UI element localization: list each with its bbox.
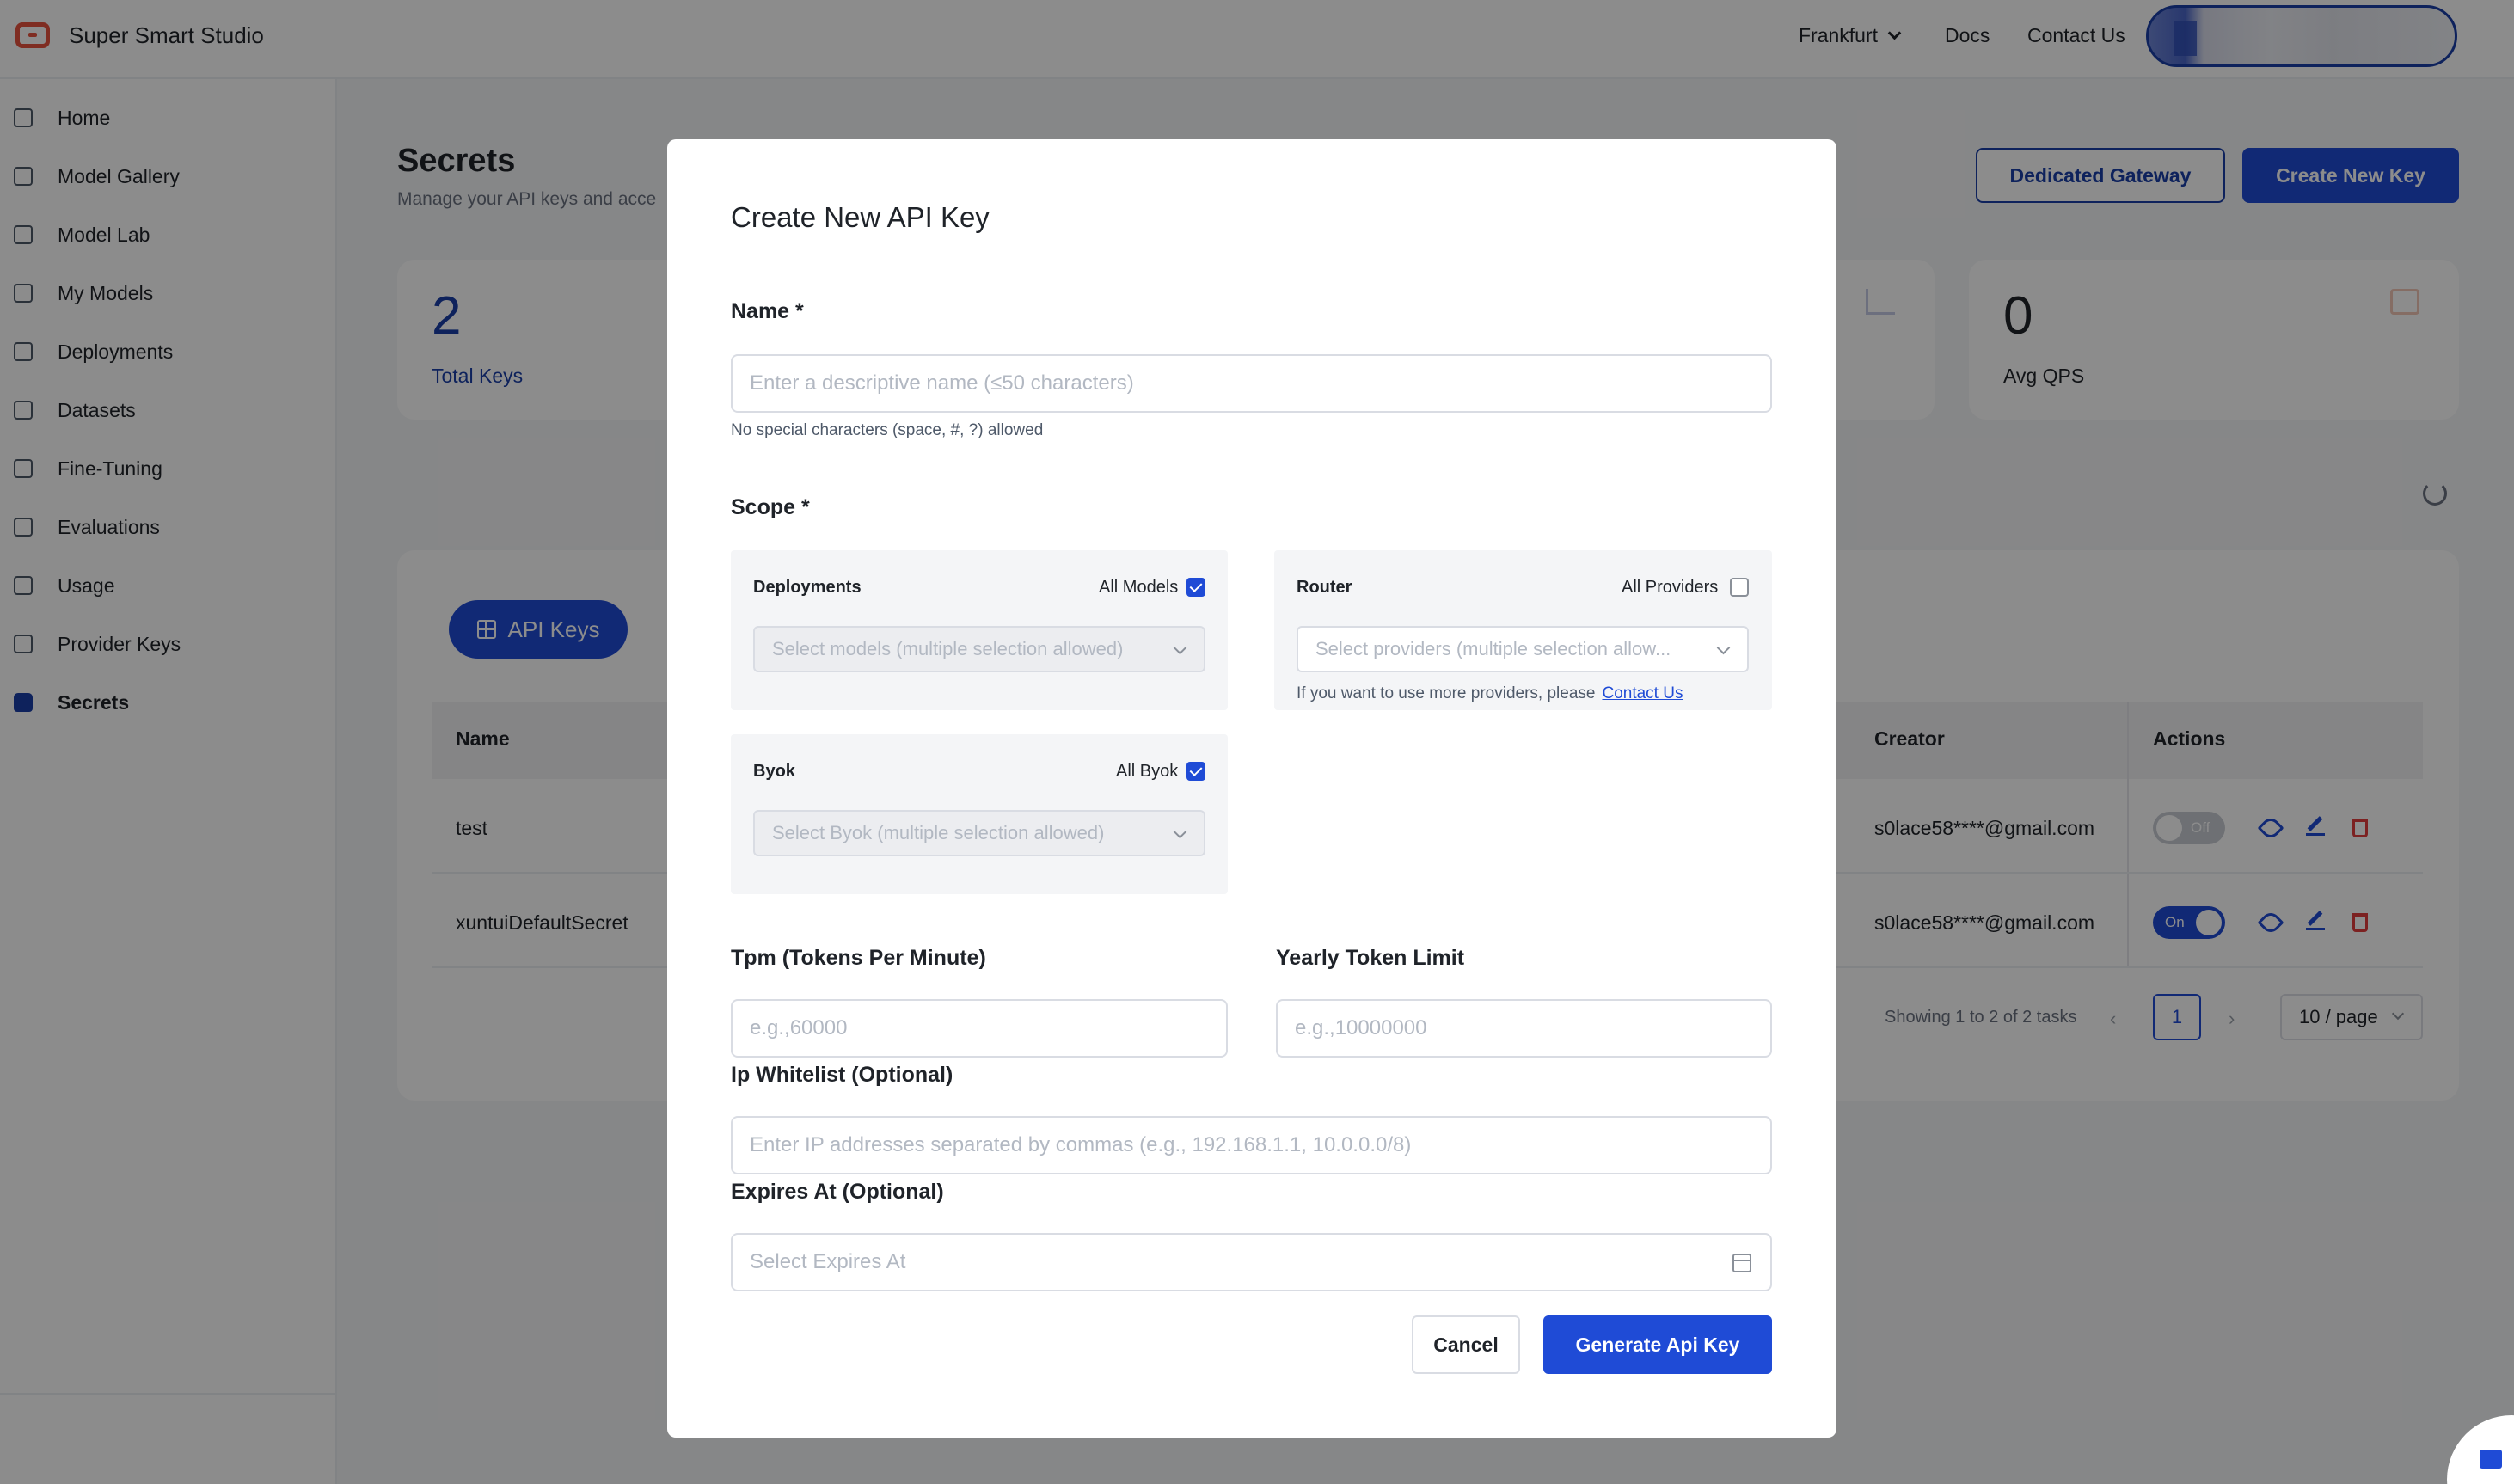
chevron-down-icon [1716,641,1731,655]
ip-whitelist-input[interactable]: Enter IP addresses separated by commas (… [731,1116,1772,1174]
name-hint: No special characters (space, #, ?) allo… [731,421,1044,439]
yearly-token-limit-input[interactable]: e.g.,10000000 [1276,999,1772,1058]
chat-icon [2480,1450,2502,1469]
all-models-label: All Models [1099,578,1179,597]
expires-at-placeholder: Select Expires At [750,1250,906,1273]
router-scope-box: Router All Providers Select providers (m… [1274,550,1772,710]
byok-select-placeholder: Select Byok (multiple selection allowed) [772,822,1105,843]
calendar-icon [1732,1254,1751,1272]
tpm-input[interactable]: e.g.,60000 [731,999,1228,1058]
cancel-button[interactable]: Cancel [1412,1315,1520,1374]
all-providers-label: All Providers [1622,578,1719,597]
name-input[interactable]: Enter a descriptive name (≤50 characters… [731,354,1772,413]
providers-select-placeholder: Select providers (multiple selection all… [1315,638,1671,659]
router-title: Router [1297,578,1352,597]
router-note-text: If you want to use more providers, pleas… [1297,684,1596,702]
tpm-label: Tpm (Tokens Per Minute) [731,946,986,970]
expires-at-picker[interactable]: Select Expires At [731,1233,1772,1291]
create-api-key-modal: Create New API Key Name * Enter a descri… [667,139,1836,1438]
yearly-token-limit-label: Yearly Token Limit [1276,946,1465,970]
modal-title: Create New API Key [731,201,990,233]
deployments-title: Deployments [753,578,862,597]
all-models-checkbox[interactable] [1186,578,1205,597]
router-note: If you want to use more providers, pleas… [1297,684,1683,703]
expires-at-label: Expires At (Optional) [731,1180,944,1204]
all-byok-checkbox[interactable] [1186,762,1205,781]
deployments-scope-box: Deployments All Models Select models (mu… [731,550,1228,710]
models-select-placeholder: Select models (multiple selection allowe… [772,638,1124,659]
all-providers-checkbox[interactable] [1730,578,1749,597]
ip-whitelist-label: Ip Whitelist (Optional) [731,1063,953,1087]
generate-api-key-button[interactable]: Generate Api Key [1543,1315,1772,1374]
chevron-down-icon [1173,641,1187,655]
byok-title: Byok [753,762,795,781]
providers-select[interactable]: Select providers (multiple selection all… [1297,626,1749,672]
contact-us-link[interactable]: Contact Us [1602,684,1683,702]
models-select[interactable]: Select models (multiple selection allowe… [753,626,1205,672]
chevron-down-icon [1173,825,1187,839]
all-byok-label: All Byok [1116,762,1179,781]
byok-scope-box: Byok All Byok Select Byok (multiple sele… [731,734,1228,894]
byok-select[interactable]: Select Byok (multiple selection allowed) [753,810,1205,856]
scope-label: Scope * [731,495,810,519]
name-label: Name * [731,299,804,323]
